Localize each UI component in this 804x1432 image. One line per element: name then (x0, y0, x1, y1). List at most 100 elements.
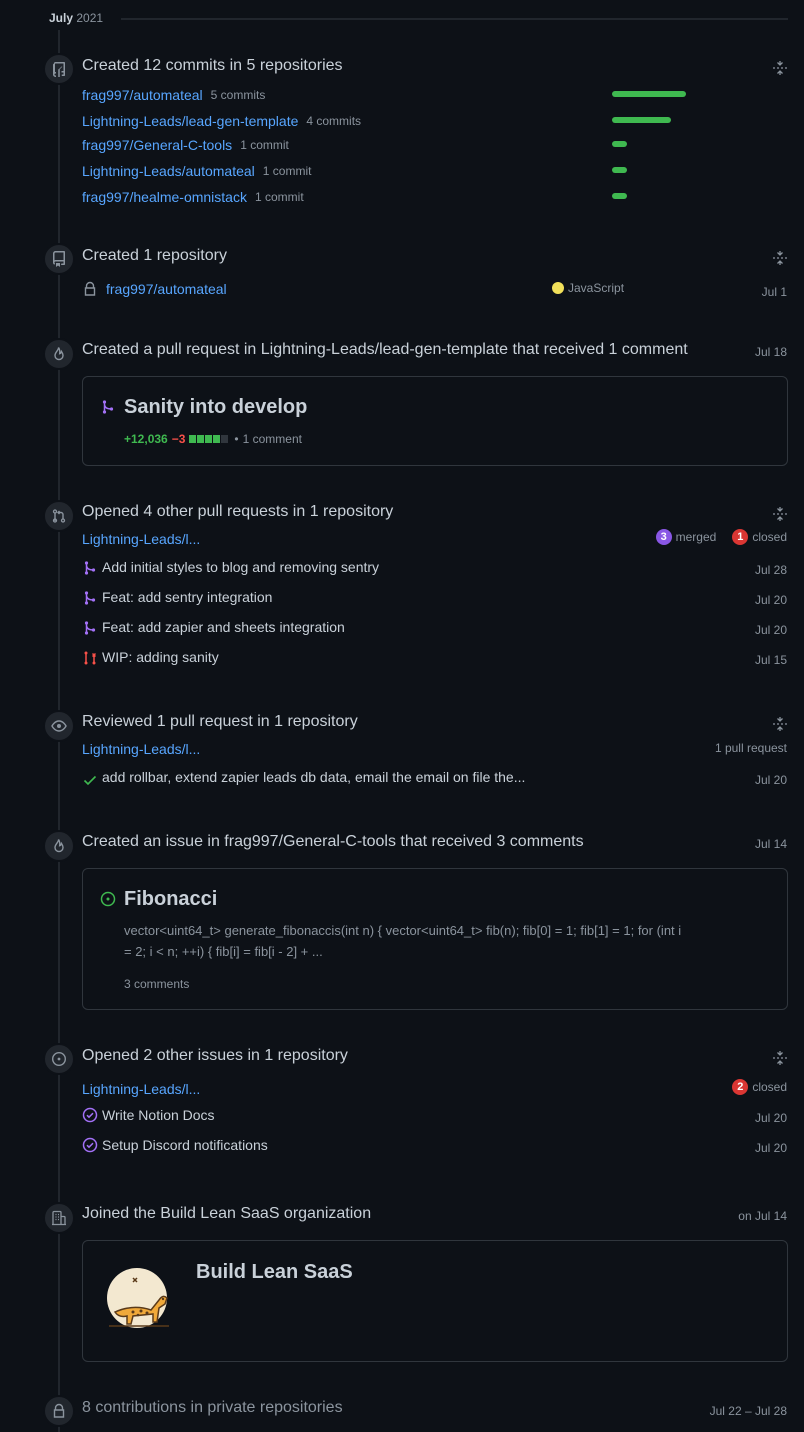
pr-list-item-title[interactable]: WIP: adding sanity (102, 649, 219, 665)
issue-state-summary: 2 closed (732, 1079, 787, 1095)
issue-list-item-title[interactable]: Write Notion Docs (102, 1107, 215, 1123)
pr-merged-icon (84, 621, 96, 635)
dot-separator: • (234, 432, 239, 446)
reviewed-title: Reviewed 1 pull request in 1 repository (82, 713, 358, 730)
flame-icon (54, 347, 64, 361)
issue-card-title[interactable]: Fibonacci (124, 888, 217, 911)
private-date-range: Jul 22 – Jul 28 (709, 1404, 787, 1418)
commit-repo-link[interactable]: Lightning-Leads/automateal (82, 163, 255, 179)
org-card[interactable]: Build Lean SaaS (82, 1240, 788, 1362)
language-label: JavaScript (568, 281, 625, 295)
repo-badge (43, 243, 75, 275)
pr-closed-icon (84, 651, 97, 665)
issue-title: Created an issue in frag997/General-C-to… (82, 833, 584, 850)
created-repo-link[interactable]: frag997/automateal (106, 281, 227, 297)
private-badge (43, 1395, 75, 1427)
reviewed-pr-title[interactable]: add rollbar, extend zapier leads db data… (102, 769, 525, 785)
issue-list-item-date: Jul 20 (754, 1111, 787, 1125)
issue-open-icon (100, 891, 116, 907)
other-prs-repo-link[interactable]: Lightning-Leads/l... (82, 531, 200, 547)
month-label: July (49, 11, 74, 25)
reviewed-date: Jul 20 (754, 773, 787, 787)
pr-list-item-date: Jul 20 (754, 623, 787, 637)
commit-count: 1 commit (262, 164, 312, 178)
repo-push-icon (53, 62, 65, 77)
pr-badge (43, 500, 75, 532)
pr-list-item-date: Jul 28 (754, 563, 787, 577)
reviewed-repo-link[interactable]: Lightning-Leads/l... (82, 741, 200, 757)
org-avatar-cheetah (107, 1268, 169, 1328)
commit-activity-bar (612, 167, 627, 173)
pr-stats: +12,036 −3 • 1 comment (124, 432, 302, 446)
repo-icon (53, 251, 65, 267)
other-issues-repo-link[interactable]: Lightning-Leads/l... (82, 1081, 200, 1097)
commits-title: Created 12 commits in 5 repositories (82, 57, 343, 74)
commit-activity-bar (612, 193, 627, 199)
commit-activity-bar (612, 141, 627, 147)
issue-list-item-title[interactable]: Setup Discord notifications (102, 1137, 268, 1153)
commit-repo-link[interactable]: frag997/General-C-tools (82, 137, 232, 153)
commit-badge (43, 53, 75, 85)
fold-icon[interactable] (772, 1050, 788, 1066)
pr-comment-date: Jul 18 (754, 345, 787, 359)
pr-state-summary: 3 merged 1 closed (655, 529, 787, 545)
other-issues-title: Opened 2 other issues in 1 repository (82, 1047, 348, 1064)
fold-icon[interactable] (772, 506, 788, 522)
issue-card[interactable]: Fibonacci vector<uint64_t> generate_fibo… (82, 868, 788, 1010)
issue-list-item-date: Jul 20 (754, 1141, 787, 1155)
repo-created-date: Jul 1 (761, 285, 787, 299)
lock-icon (53, 1403, 65, 1418)
pr-deletions: −3 (171, 432, 186, 446)
month-divider (121, 18, 788, 20)
commit-activity-bar (612, 91, 686, 97)
pr-list-item-title[interactable]: Feat: add sentry integration (102, 589, 272, 605)
fold-icon[interactable] (772, 60, 788, 76)
issue-body-line1: vector<uint64_t> generate_fibonaccis(int… (124, 923, 682, 938)
issue-closed-icon (82, 1107, 98, 1123)
merged-count-badge: 3 (655, 529, 672, 545)
pr-merged-icon (84, 561, 96, 575)
commit-repo-link[interactable]: frag997/automateal (82, 87, 203, 103)
git-pull-request-icon (52, 509, 66, 523)
pr-merged-icon (102, 400, 114, 414)
pr-comment-title: Created a pull request in Lightning-Lead… (82, 341, 688, 358)
commit-count: 1 commit (254, 190, 304, 204)
review-badge (43, 710, 75, 742)
issues-closed-label: closed (752, 1080, 787, 1094)
issue-flame-badge (43, 830, 75, 862)
closed-count-badge: 1 (732, 529, 749, 545)
pr-list-item-date: Jul 20 (754, 593, 787, 607)
issue-opened-icon (51, 1051, 67, 1067)
pr-card-title[interactable]: Sanity into develop (124, 396, 307, 419)
pr-card[interactable]: Sanity into develop +12,036 −3 • 1 comme… (82, 376, 788, 466)
month-header: July 2021 (49, 11, 103, 25)
commit-count: 4 commits (306, 114, 362, 128)
reviewed-count: 1 pull request (714, 741, 787, 755)
issue-badge (43, 1043, 75, 1075)
org-title: Joined the Build Lean SaaS organization (82, 1205, 372, 1222)
pr-merged-icon (84, 591, 96, 605)
flame-icon (54, 839, 64, 853)
commit-activity-bar (612, 117, 671, 123)
eye-icon (51, 720, 67, 732)
org-card-name[interactable]: Build Lean SaaS (196, 1261, 353, 1284)
issue-date: Jul 14 (754, 837, 787, 851)
issue-comment-count[interactable]: 3 comments (124, 977, 189, 991)
commit-count: 5 commits (210, 88, 266, 102)
month-year: 2021 (76, 11, 104, 25)
repo-created-title: Created 1 repository (82, 247, 227, 264)
pr-list-item-title[interactable]: Feat: add zapier and sheets integration (102, 619, 345, 635)
pr-list-item-title[interactable]: Add initial styles to blog and removing … (102, 559, 379, 575)
pr-flame-badge (43, 338, 75, 370)
commit-repo-link[interactable]: frag997/healme-omnistack (82, 189, 247, 205)
pr-comment-count[interactable]: 1 comment (243, 432, 302, 446)
fold-icon[interactable] (772, 250, 788, 266)
org-badge (43, 1202, 75, 1234)
other-prs-title: Opened 4 other pull requests in 1 reposi… (82, 503, 394, 520)
pr-additions: +12,036 (124, 432, 168, 446)
language-dot (552, 282, 564, 294)
commit-repo-link[interactable]: Lightning-Leads/lead-gen-template (82, 113, 298, 129)
lock-icon (84, 281, 96, 296)
closed-label: closed (752, 530, 787, 544)
fold-icon[interactable] (772, 716, 788, 732)
